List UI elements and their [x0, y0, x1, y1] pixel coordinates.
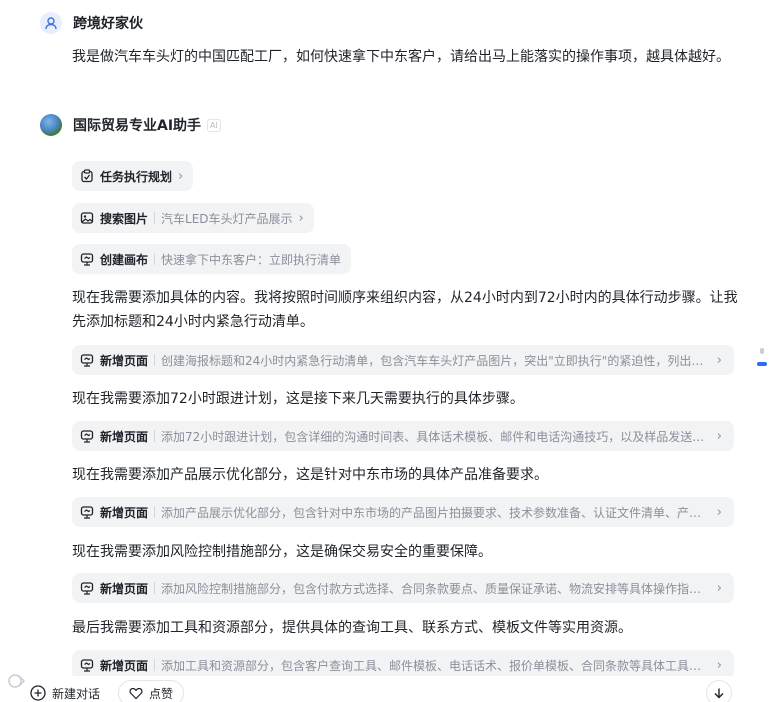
image-search-icon: [80, 211, 94, 225]
arrow-down-icon: [713, 687, 725, 699]
chip-task-plan[interactable]: 任务执行规划 ›: [72, 161, 194, 191]
chip-divider: [154, 354, 156, 366]
chip-new-page[interactable]: 新增页面 创建海报标题和24小时内紧急行动清单，包含汽车车头灯产品图片，突出"立…: [72, 345, 734, 375]
chevron-right-icon: ›: [178, 168, 184, 184]
chip-description: 创建海报标题和24小时内紧急行动清单，包含汽车车头灯产品图片，突出"立即执行"的…: [161, 353, 711, 368]
like-label: 点赞: [149, 686, 174, 701]
chip-title: 创建画布: [100, 252, 149, 267]
chip-create-canvas[interactable]: 创建画布 快速拿下中东客户：立即执行清单: [72, 244, 352, 274]
chip-description: 添加产品展示优化部分，包含针对中东市场的产品图片拍摄要求、技术参数准备、认证文件…: [161, 505, 711, 520]
chip-divider: [154, 582, 156, 594]
chip-divider: [154, 212, 156, 224]
assistant-paragraph: 现在我需要添加72小时跟进计划，这是接下来几天需要执行的具体步骤。: [72, 391, 524, 407]
canvas-icon: [80, 505, 94, 519]
assistant-name: 国际贸易专业AI助手: [73, 118, 202, 134]
assistant-paragraph: 现在我需要添加具体的内容。我将按照时间顺序来组织内容，从24小时内到72小时内的…: [72, 290, 738, 330]
assistant-paragraph: 现在我需要添加产品展示优化部分，这是针对中东市场的具体产品准备要求。: [72, 467, 548, 483]
chevron-right-icon: ›: [716, 504, 722, 520]
chip-title: 新增页面: [100, 581, 149, 596]
assistant-avatar-icon: [40, 114, 62, 136]
chip-divider: [154, 506, 156, 518]
chevron-right-icon: ›: [716, 580, 722, 596]
chip-description: 添加72小时跟进计划，包含详细的沟通时间表、具体话术模板、邮件和电话沟通技巧，以…: [161, 429, 711, 444]
chip-search-images[interactable]: 搜索图片 汽车LED车头灯产品展示 ›: [72, 203, 314, 233]
user-message: 我是做汽车车头灯的中国匹配工厂，如何快速拿下中东客户，请给出马上能落实的操作事项…: [72, 49, 730, 65]
chip-description: 添加工具和资源部分，包含客户查询工具、邮件模板、电话话术、报价单模板、合同条款等…: [161, 658, 711, 673]
new-chat-button[interactable]: 新建对话: [30, 682, 100, 702]
chip-title: 新增页面: [100, 505, 149, 520]
chip-description: 汽车LED车头灯产品展示: [161, 211, 293, 226]
chip-title: 搜索图片: [100, 211, 149, 226]
scroll-active-bar: [757, 362, 767, 366]
chip-description: 添加风险控制措施部分，包含付款方式选择、合同条款要点、质量保证承诺、物流安排等具…: [161, 581, 711, 596]
chip-divider: [154, 659, 156, 671]
heart-icon: [129, 686, 143, 700]
canvas-icon: [80, 353, 94, 367]
ai-badge: AI: [207, 118, 221, 132]
chevron-right-icon: ›: [716, 352, 722, 368]
user-name: 跨境好家伙: [73, 16, 143, 32]
canvas-icon: [80, 581, 94, 595]
canvas-icon: [80, 658, 94, 672]
chip-title: 新增页面: [100, 353, 149, 368]
page-scroll-indicator[interactable]: [757, 346, 767, 372]
chevron-right-icon: ›: [716, 657, 722, 673]
chevron-right-icon: ›: [298, 210, 304, 226]
plus-icon: [30, 685, 46, 701]
chip-description: 快速拿下中东客户：立即执行清单: [161, 252, 342, 267]
chip-new-page[interactable]: 新增页面 添加风险控制措施部分，包含付款方式选择、合同条款要点、质量保证承诺、物…: [72, 573, 734, 603]
chip-title: 任务执行规划: [100, 169, 173, 184]
clipboard-icon: [80, 169, 94, 183]
chip-new-page[interactable]: 新增页面 添加产品展示优化部分，包含针对中东市场的产品图片拍摄要求、技术参数准备…: [72, 497, 734, 527]
chip-title: 新增页面: [100, 429, 149, 444]
scroll-dot: [760, 348, 764, 354]
assistant-paragraph: 最后我需要添加工具和资源部分，提供具体的查询工具、联系方式、模板文件等实用资源。: [72, 620, 632, 636]
assistant-header: 国际贸易专业AI助手 AI: [40, 114, 221, 136]
chip-divider: [154, 253, 156, 265]
assistant-paragraph: 现在我需要添加风险控制措施部分，这是确保交易安全的重要保障。: [72, 544, 492, 560]
chevron-right-icon: ›: [716, 428, 722, 444]
chip-title: 新增页面: [100, 658, 149, 673]
watermark-icon: [6, 672, 28, 693]
canvas-icon: [80, 429, 94, 443]
chip-new-page[interactable]: 新增页面 添加72小时跟进计划，包含详细的沟通时间表、具体话术模板、邮件和电话沟…: [72, 421, 734, 451]
chip-divider: [154, 430, 156, 442]
user-avatar-icon: [40, 12, 62, 34]
like-button[interactable]: 点赞: [118, 680, 185, 702]
canvas-icon: [80, 252, 94, 266]
scroll-to-bottom-button[interactable]: [706, 680, 732, 702]
new-chat-label: 新建对话: [52, 686, 101, 701]
user-header: 跨境好家伙: [40, 12, 143, 34]
